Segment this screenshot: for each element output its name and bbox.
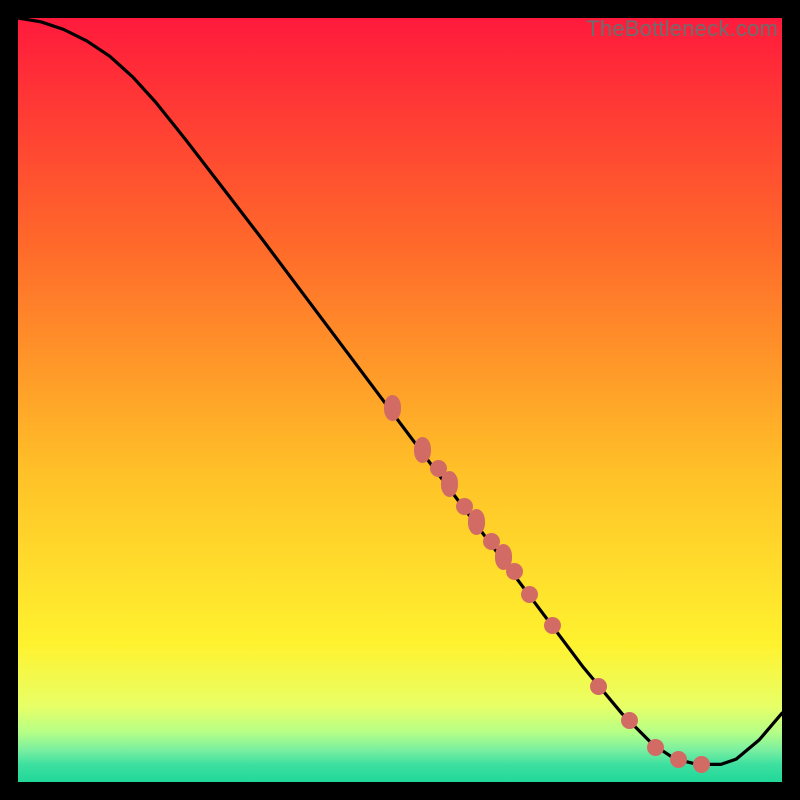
chart-frame: TheBottleneck.com (18, 18, 782, 782)
data-point-marker (441, 471, 458, 497)
plot-area (18, 18, 782, 782)
data-point-marker (670, 751, 687, 768)
watermark-text: TheBottleneck.com (586, 16, 778, 42)
bottleneck-curve (18, 18, 782, 782)
data-point-marker (468, 509, 485, 535)
data-point-marker (621, 712, 638, 729)
data-point-marker (414, 437, 431, 463)
data-point-marker (384, 395, 401, 421)
data-point-marker (590, 678, 607, 695)
